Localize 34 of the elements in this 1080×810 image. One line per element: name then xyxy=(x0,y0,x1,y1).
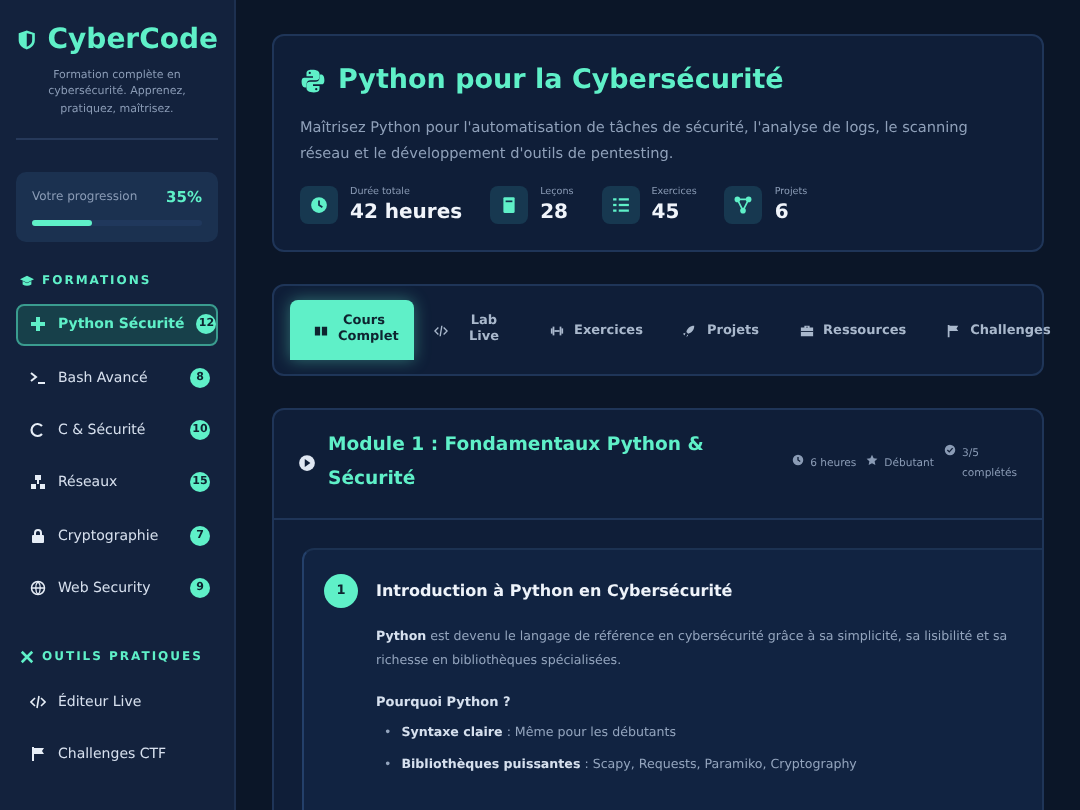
list-icon xyxy=(601,186,640,225)
rocket-icon xyxy=(682,323,697,338)
dumbbell-icon xyxy=(550,323,564,338)
lock-icon xyxy=(30,527,46,544)
network-icon xyxy=(30,474,46,491)
play-circle-icon xyxy=(298,454,316,473)
plus-icon xyxy=(30,316,46,333)
globe-icon xyxy=(30,579,46,596)
nodes-icon xyxy=(724,186,763,225)
star-icon xyxy=(866,453,879,466)
lesson-title: Introduction à Python en Cybersécurité xyxy=(376,581,733,600)
c-letter-icon xyxy=(30,421,46,438)
clock-icon xyxy=(300,186,338,225)
flag-icon xyxy=(946,323,961,338)
course-title: Python pour la Cybersécurité xyxy=(338,64,784,96)
check-circle-icon xyxy=(944,443,956,456)
code-icon xyxy=(30,694,46,711)
stat-value: 42 heures xyxy=(350,201,463,224)
stat-value: 6 xyxy=(774,201,791,224)
clock-icon xyxy=(792,453,805,466)
graduation-cap-icon xyxy=(20,273,34,288)
code-icon xyxy=(434,323,448,338)
toolbox-icon xyxy=(799,323,814,338)
terminal-icon xyxy=(30,369,46,386)
flag-icon xyxy=(30,746,46,763)
book-icon xyxy=(314,323,328,338)
book-icon xyxy=(490,186,529,225)
stat-value: 28 xyxy=(540,201,571,224)
module-title: Module 1 : Fondamentaux Python & Sécurité xyxy=(328,432,706,494)
stat-value: 45 xyxy=(651,201,682,224)
brand-name: CyberCode xyxy=(47,24,218,56)
tools-icon xyxy=(20,650,34,665)
python-icon xyxy=(300,67,326,93)
shield-icon xyxy=(16,28,38,52)
